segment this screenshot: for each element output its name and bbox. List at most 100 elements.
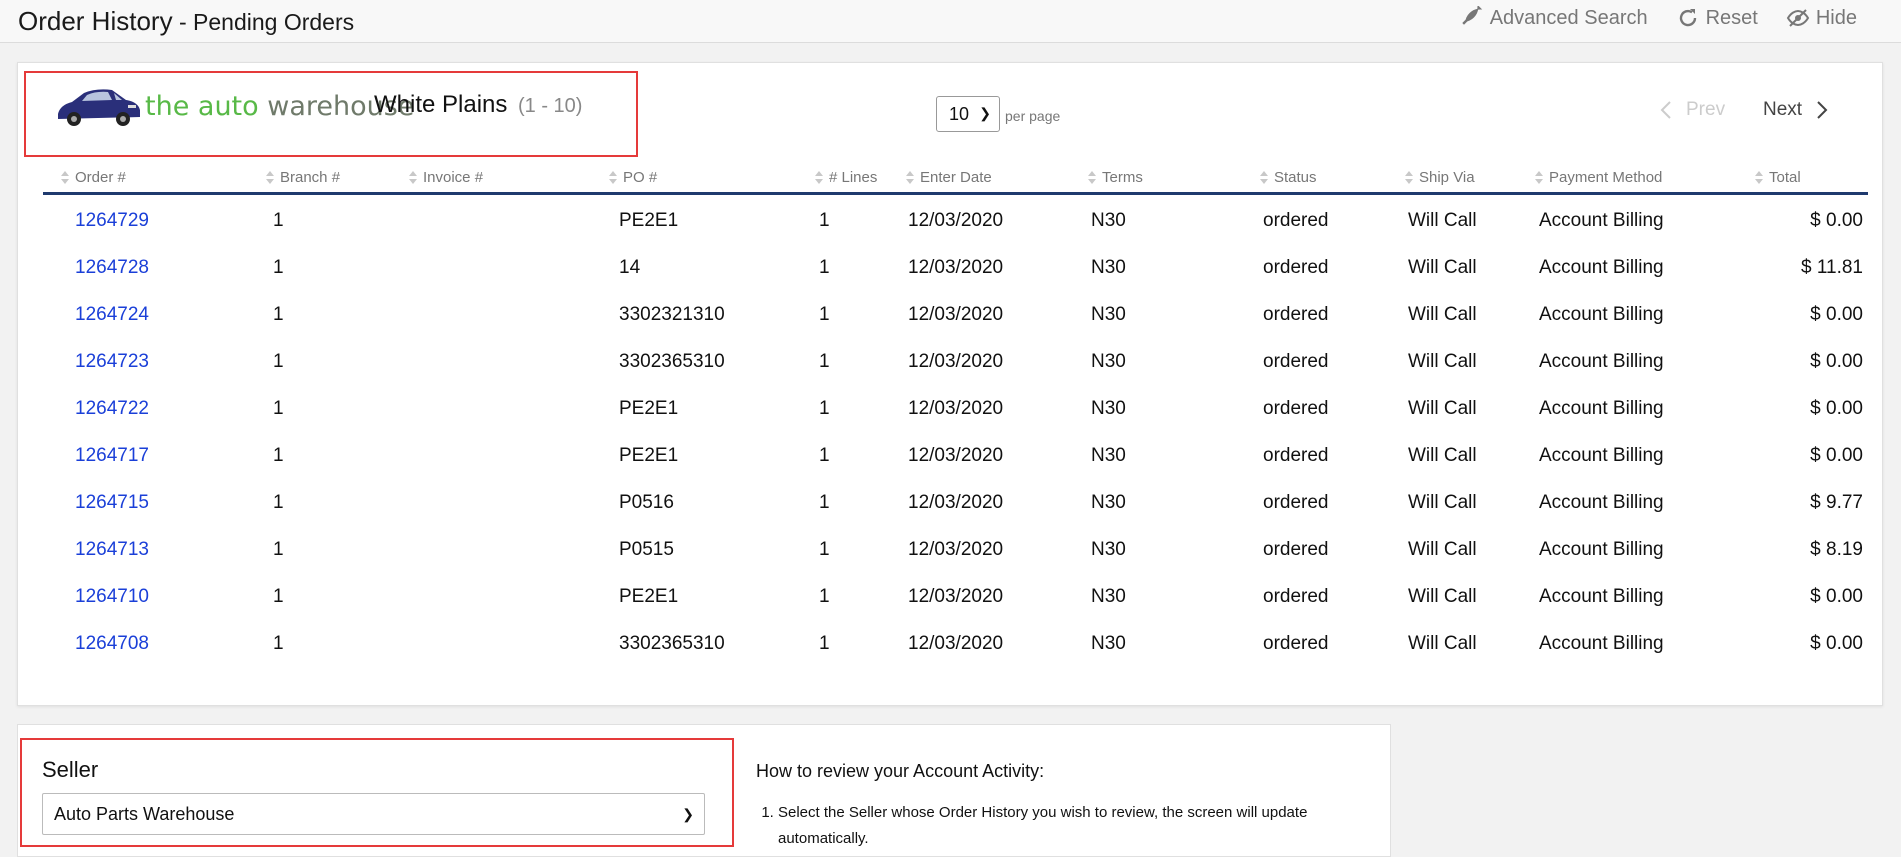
branch-cell: 1 (273, 492, 284, 513)
column-header-ship-via[interactable]: Ship Via (1405, 169, 1475, 186)
column-header-po[interactable]: PO # (609, 169, 657, 186)
table-header: Order # Branch # Invoice # PO # # Lines … (43, 167, 1868, 195)
terms-cell: N30 (1091, 586, 1126, 607)
total-cell: $ 0.00 (1810, 210, 1863, 231)
branch-cell: 1 (273, 586, 284, 607)
lines-cell: 1 (819, 445, 830, 466)
status-cell: ordered (1263, 492, 1329, 513)
enter-date-cell: 12/03/2020 (908, 586, 1004, 607)
enter-date-cell: 12/03/2020 (908, 398, 1004, 419)
lines-cell: 1 (819, 210, 830, 231)
order-number-link[interactable]: 1264717 (75, 445, 149, 467)
po-cell: P0516 (619, 492, 674, 513)
order-number-link[interactable]: 1264722 (75, 398, 149, 420)
column-header-label: Enter Date (920, 169, 992, 186)
terms-cell: N30 (1091, 210, 1126, 231)
status-cell: ordered (1263, 633, 1329, 654)
table-row: 1264708 1 3302365310 1 12/03/2020 N30 ordered W… (43, 621, 1868, 668)
lines-cell: 1 (819, 539, 830, 560)
enter-date-cell: 12/03/2020 (908, 492, 1004, 513)
prev-label: Prev (1686, 99, 1726, 120)
order-number-link[interactable]: 1264708 (75, 633, 149, 655)
order-number-link[interactable]: 1264710 (75, 586, 149, 608)
po-cell: P0515 (619, 539, 674, 560)
status-cell: ordered (1263, 351, 1329, 372)
branch-cell: 1 (273, 257, 284, 278)
next-button[interactable]: Next (1763, 99, 1828, 121)
terms-cell: N30 (1091, 398, 1126, 419)
order-number-link[interactable]: 1264715 (75, 492, 149, 514)
column-header-branch[interactable]: Branch # (266, 169, 340, 186)
prev-button[interactable]: Prev (1660, 99, 1725, 121)
table-row: 1264729 1 PE2E1 1 12/03/2020 N30 ordered Will C… (43, 198, 1868, 245)
payment-method-cell: Account Billing (1539, 304, 1664, 325)
order-number-link[interactable]: 1264724 (75, 304, 149, 326)
total-cell: $ 11.81 (1801, 257, 1863, 278)
chevron-right-icon (1817, 101, 1828, 119)
total-cell: $ 0.00 (1810, 586, 1863, 607)
status-cell: ordered (1263, 304, 1329, 325)
column-header-status[interactable]: Status (1260, 169, 1317, 186)
column-header-terms[interactable]: Terms (1088, 169, 1143, 186)
sort-icon (1755, 170, 1763, 185)
per-page-value: 10 (949, 103, 970, 124)
status-cell: ordered (1263, 539, 1329, 560)
reset-button[interactable]: Reset (1676, 6, 1758, 30)
column-header-payment-method[interactable]: Payment Method (1535, 169, 1662, 186)
lines-cell: 1 (819, 398, 830, 419)
sort-icon (1405, 170, 1413, 185)
column-header-order[interactable]: Order # (61, 169, 126, 186)
branch-cell: 1 (273, 304, 284, 325)
total-cell: $ 8.19 (1810, 539, 1863, 560)
advanced-search-button[interactable]: Advanced Search (1460, 6, 1648, 30)
payment-method-cell: Account Billing (1539, 492, 1664, 513)
column-header-enter-date[interactable]: Enter Date (906, 169, 992, 186)
enter-date-cell: 12/03/2020 (908, 210, 1004, 231)
status-cell: ordered (1263, 257, 1329, 278)
column-header-invoice[interactable]: Invoice # (409, 169, 483, 186)
lines-cell: 1 (819, 586, 830, 607)
order-number-link[interactable]: 1264713 (75, 539, 149, 561)
per-page-select[interactable]: 10 ❯ (936, 96, 1000, 132)
status-cell: ordered (1263, 398, 1329, 419)
payment-method-cell: Account Billing (1539, 539, 1664, 560)
branch-cell: 1 (273, 210, 284, 231)
chevron-left-icon (1660, 101, 1671, 119)
hide-label: Hide (1815, 6, 1857, 29)
terms-cell: N30 (1091, 257, 1126, 278)
column-header-lines[interactable]: # Lines (815, 169, 877, 186)
column-header-total[interactable]: Total (1755, 169, 1801, 186)
ship-via-cell: Will Call (1408, 492, 1477, 513)
lines-cell: 1 (819, 492, 830, 513)
enter-date-cell: 12/03/2020 (908, 633, 1004, 654)
seller-select-value: Auto Parts Warehouse (54, 804, 235, 824)
order-number-link[interactable]: 1264729 (75, 210, 149, 232)
order-number-link[interactable]: 1264723 (75, 351, 149, 373)
po-cell: 14 (619, 257, 641, 278)
sort-icon (906, 170, 914, 185)
table-row: 1264723 1 3302365310 1 12/03/2020 N30 ordered W… (43, 339, 1868, 386)
seller-select[interactable]: Auto Parts Warehouse ❯ (42, 793, 705, 835)
header-actions: Advanced Search Reset Hide (1460, 6, 1857, 30)
total-cell: $ 0.00 (1810, 398, 1863, 419)
branch-name: White Plains (374, 91, 508, 118)
po-cell: 3302365310 (619, 633, 725, 654)
sort-icon (409, 170, 417, 185)
column-header-label: Branch # (280, 169, 341, 186)
help-steps: Select the Seller whose Order History yo… (778, 800, 1338, 852)
hide-button[interactable]: Hide (1786, 6, 1857, 30)
table-row: 1264715 1 P0516 1 12/03/2020 N30 ordered Will C… (43, 480, 1868, 527)
eye-slash-icon (1786, 9, 1810, 27)
column-header-label: Payment Method (1549, 169, 1663, 186)
po-cell: 3302365310 (619, 351, 725, 372)
ship-via-cell: Will Call (1408, 398, 1477, 419)
table-body: 1264729 1 PE2E1 1 12/03/2020 N30 ordered Will C… (43, 198, 1868, 668)
enter-date-cell: 12/03/2020 (908, 257, 1004, 278)
enter-date-cell: 12/03/2020 (908, 539, 1004, 560)
column-header-label: Ship Via (1419, 169, 1475, 186)
terms-cell: N30 (1091, 539, 1126, 560)
per-page-label: per page (1005, 108, 1061, 124)
order-number-link[interactable]: 1264728 (75, 257, 149, 279)
feather-icon (1462, 6, 1482, 25)
ship-via-cell: Will Call (1408, 210, 1477, 231)
